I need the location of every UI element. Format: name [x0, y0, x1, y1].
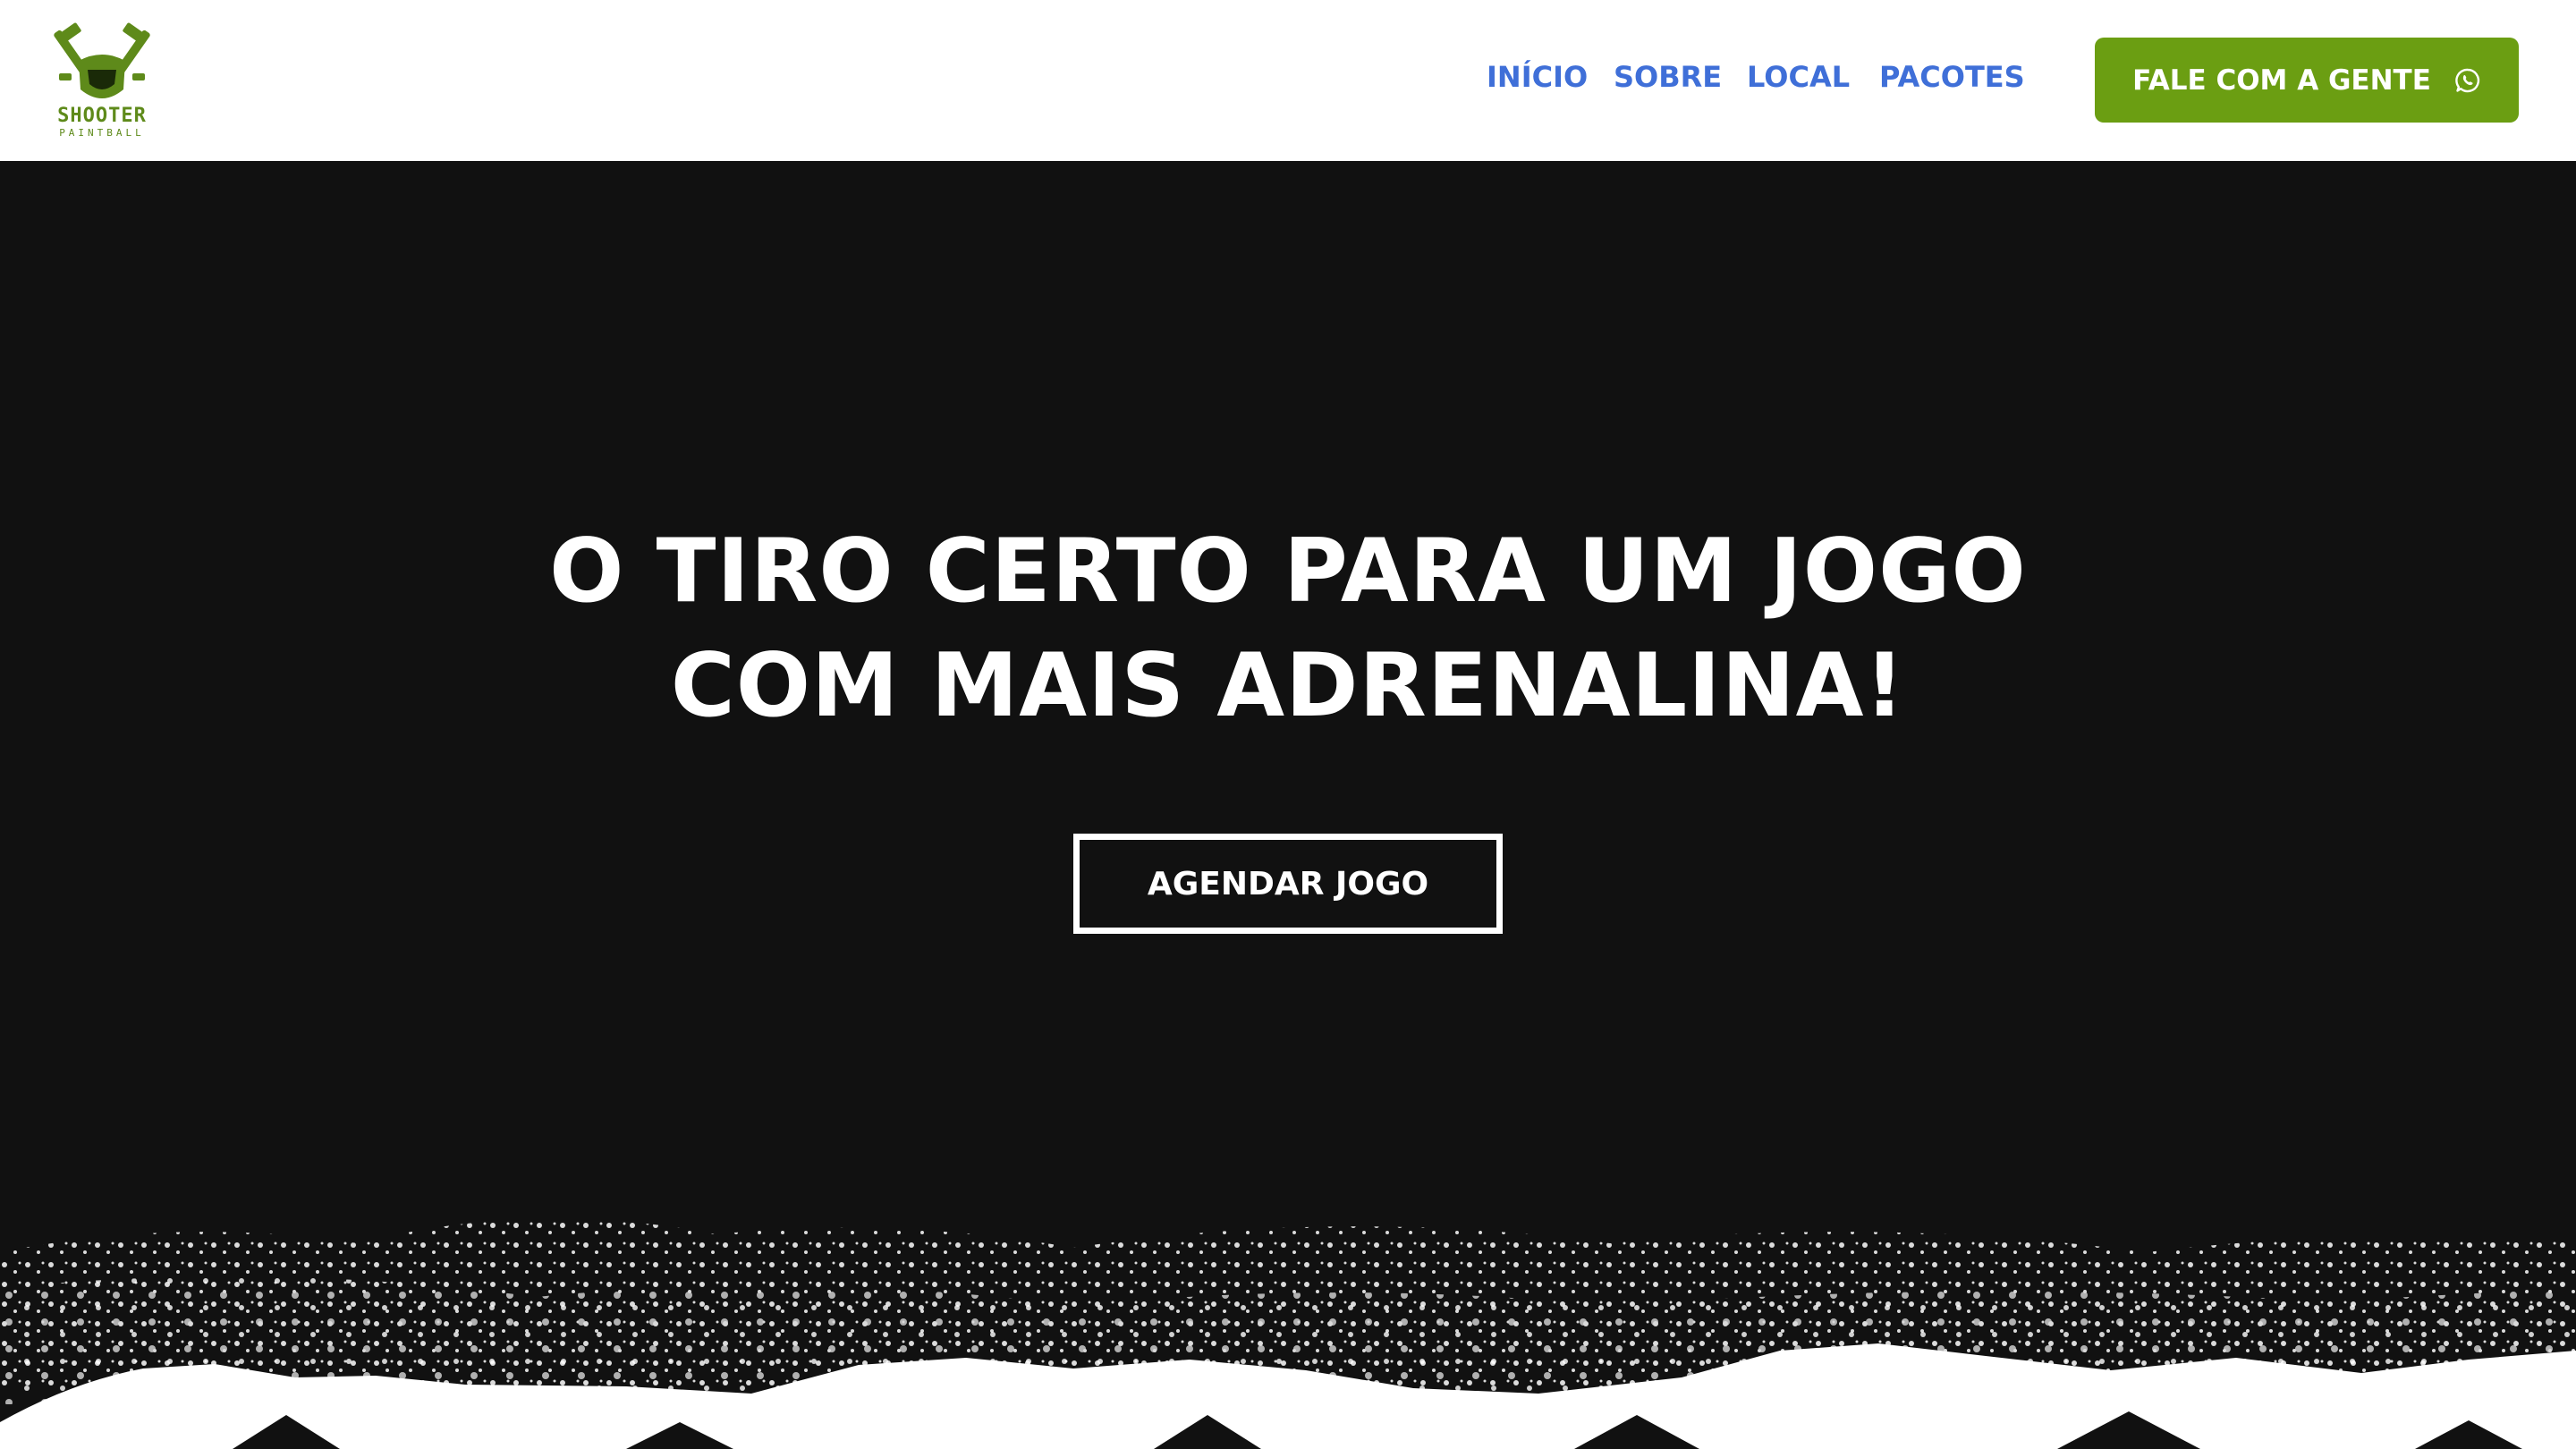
nav-item-pacotes[interactable]: PACOTES	[1879, 59, 2025, 95]
nav-item-local[interactable]: LOCAL	[1747, 59, 1850, 95]
shooter-paintball-logo-icon: SHOOTER PAINTBALL	[54, 22, 150, 139]
brand-logo[interactable]: SHOOTER PAINTBALL	[52, 21, 152, 141]
svg-text:SHOOTER: SHOOTER	[57, 105, 147, 127]
hero-headline-line2: COM MAIS ADRENALINA!	[670, 635, 1906, 737]
schedule-game-button[interactable]: AGENDAR JOGO	[1073, 834, 1503, 934]
paint-splatter-divider	[0, 1181, 2576, 1449]
nav-item-inicio[interactable]: INÍCIO	[1487, 59, 1588, 95]
whatsapp-icon	[2455, 68, 2479, 92]
landing-page: SHOOTER PAINTBALL INÍCIO SOBRE LOCAL PAC…	[0, 0, 2576, 1449]
nav-item-sobre[interactable]: SOBRE	[1614, 59, 1722, 95]
contact-us-button[interactable]: FALE COM A GENTE	[2095, 38, 2519, 123]
schedule-game-label: AGENDAR JOGO	[1147, 865, 1429, 902]
svg-text:PAINTBALL: PAINTBALL	[59, 127, 145, 139]
hero-headline: O TIRO CERTO PARA UM JOGO COM MAIS ADREN…	[0, 514, 2576, 743]
splatter-decoration	[0, 1218, 2576, 1449]
site-header: SHOOTER PAINTBALL INÍCIO SOBRE LOCAL PAC…	[0, 0, 2576, 161]
hero-headline-line1: O TIRO CERTO PARA UM JOGO	[549, 521, 2027, 623]
contact-us-label: FALE COM A GENTE	[2132, 64, 2431, 97]
